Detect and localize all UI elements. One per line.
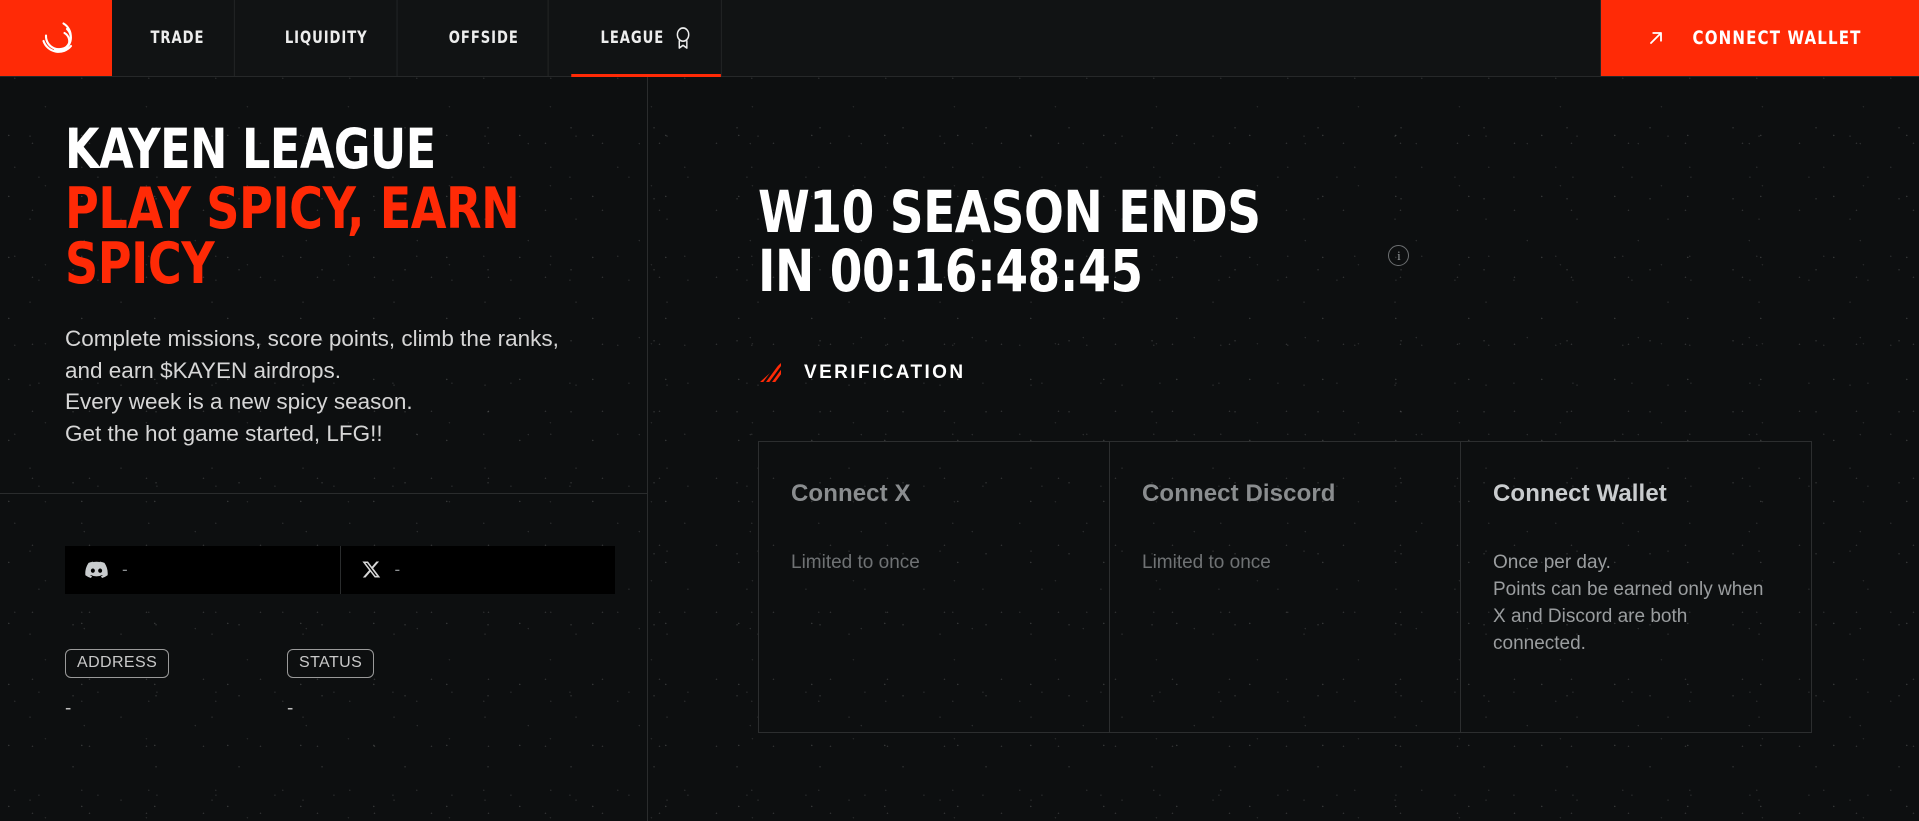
discord-value: - bbox=[122, 560, 128, 580]
card-description: Limited to once bbox=[791, 552, 920, 574]
hero-panel: KAYEN LEAGUE PLAY SPICY, EARN SPICY Comp… bbox=[0, 77, 648, 821]
card-title: Connect Wallet bbox=[1493, 480, 1667, 508]
arrow-up-right-icon bbox=[1650, 32, 1662, 44]
x-value: - bbox=[394, 560, 401, 580]
info-circle-icon[interactable]: i bbox=[1388, 245, 1410, 266]
nav-item-liquidity[interactable]: LIQUIDITY bbox=[255, 0, 398, 76]
nav-item-label: TRADE bbox=[150, 28, 205, 48]
verification-card-connect-x[interactable]: Connect X Limited to once bbox=[759, 442, 1110, 733]
nav-item-label: OFFSIDE bbox=[448, 28, 519, 48]
page-body: KAYEN LEAGUE PLAY SPICY, EARN SPICY Comp… bbox=[0, 77, 1919, 821]
address-column: ADDRESS - bbox=[65, 649, 287, 720]
season-countdown-line2: IN 00:16:48:45 bbox=[758, 237, 1143, 306]
logo[interactable] bbox=[0, 0, 112, 76]
wallet-meta: ADDRESS - STATUS - bbox=[65, 649, 615, 720]
address-value: - bbox=[65, 698, 72, 720]
card-title: Connect X bbox=[791, 480, 911, 508]
hero-description: Complete missions, score points, climb t… bbox=[65, 326, 559, 446]
status-label-chip: STATUS bbox=[287, 649, 375, 679]
hero-divider bbox=[0, 493, 647, 495]
nav-spacer bbox=[735, 0, 1601, 76]
award-badge-icon bbox=[677, 27, 690, 49]
card-description: Once per day. Points can be earned only … bbox=[1493, 552, 1764, 655]
connect-wallet-label: CONNECT WALLET bbox=[1692, 27, 1862, 49]
x-connect-field[interactable]: - bbox=[340, 546, 615, 595]
nav-item-label: LEAGUE bbox=[600, 28, 665, 48]
discord-icon bbox=[85, 561, 108, 579]
season-countdown: W10 SEASON ENDS IN 00:16:48:45 i bbox=[758, 178, 1919, 306]
kayen-swirl-logo-icon bbox=[42, 22, 73, 53]
verification-card-connect-wallet[interactable]: Connect Wallet Once per day. Points can … bbox=[1461, 442, 1811, 732]
striped-triangle-icon bbox=[760, 363, 781, 383]
nav-item-trade[interactable]: TRADE bbox=[121, 0, 235, 76]
card-title: Connect Discord bbox=[1142, 480, 1336, 508]
card-description: Limited to once bbox=[1142, 552, 1271, 574]
verification-card-grid: Connect X Limited to once Connect Discor… bbox=[758, 441, 1812, 734]
x-twitter-icon bbox=[361, 561, 380, 578]
connect-wallet-button[interactable]: CONNECT WALLET bbox=[1601, 0, 1919, 76]
status-column: STATUS - bbox=[287, 649, 509, 720]
verification-card-connect-discord[interactable]: Connect Discord Limited to once bbox=[1110, 442, 1461, 733]
verification-header: VERIFICATION bbox=[758, 361, 1919, 385]
social-connections: - - bbox=[65, 546, 615, 595]
nav-item-league[interactable]: LEAGUE bbox=[571, 0, 723, 77]
page-subtitle: PLAY SPICY, EARN SPICY bbox=[65, 175, 520, 297]
verification-label: VERIFICATION bbox=[804, 362, 966, 384]
discord-connect-field[interactable]: - bbox=[65, 546, 341, 595]
address-label-chip: ADDRESS bbox=[65, 649, 170, 679]
season-panel: W10 SEASON ENDS IN 00:16:48:45 i VERIFIC… bbox=[648, 77, 1919, 821]
nav-item-label: LIQUIDITY bbox=[284, 28, 368, 48]
status-value: - bbox=[287, 698, 294, 720]
nav-item-offside[interactable]: OFFSIDE bbox=[420, 0, 549, 76]
top-navigation-bar: TRADE LIQUIDITY OFFSIDE LEAGUE CONNECT W… bbox=[0, 0, 1919, 77]
hero-content: KAYEN LEAGUE PLAY SPICY, EARN SPICY Comp… bbox=[0, 77, 647, 449]
page-title: KAYEN LEAGUE bbox=[65, 117, 436, 181]
season-countdown-line1: W10 SEASON ENDS bbox=[758, 178, 1261, 246]
